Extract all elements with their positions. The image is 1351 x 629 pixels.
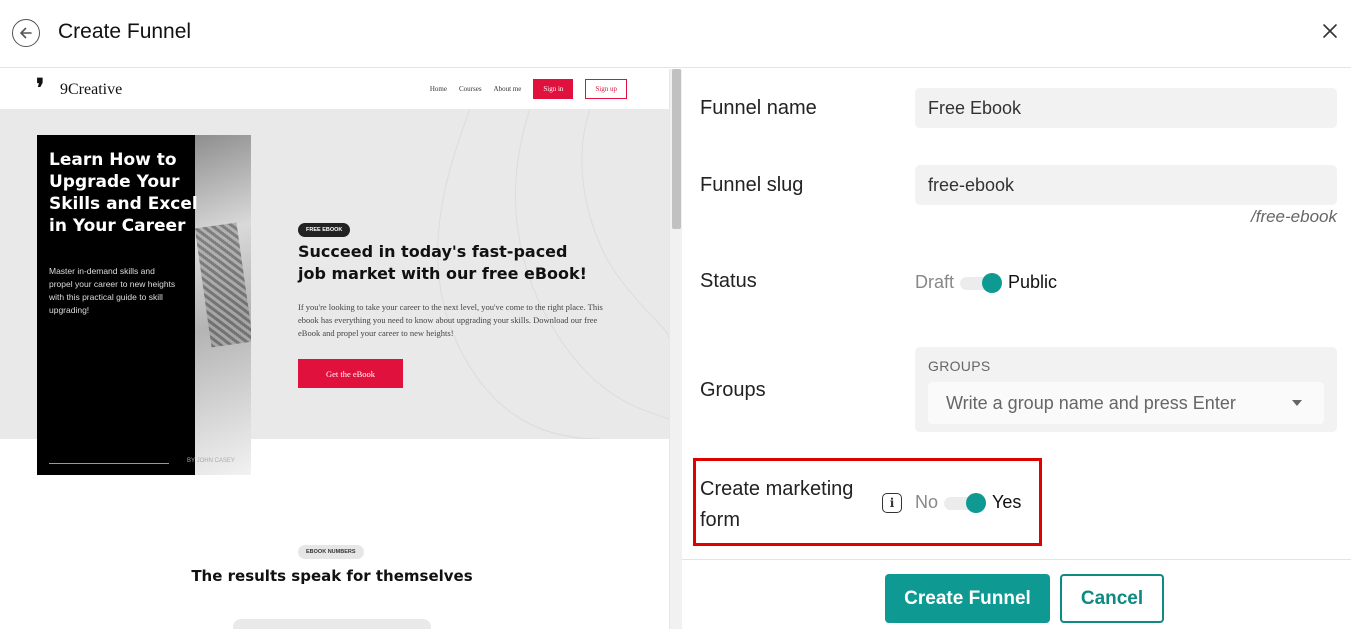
- preview-sign-in-button: Sign in: [533, 79, 574, 99]
- preview-heading: Succeed in today's fast-paced job market…: [298, 242, 587, 283]
- funnel-slug-label: Funnel slug: [700, 174, 804, 196]
- chevron-down-icon[interactable]: [1292, 400, 1302, 406]
- preview-logo: 9Creative: [60, 81, 123, 98]
- preview-sign-up-button: Sign up: [585, 79, 627, 99]
- preview-nav-home: Home: [429, 85, 447, 93]
- funnel-name-label: Funnel name: [700, 97, 817, 119]
- preview-ebook-cover: Learn How to Upgrade Your Skills and Exc…: [37, 135, 251, 475]
- back-button[interactable]: [12, 19, 40, 47]
- preview-stat-card: [233, 619, 431, 629]
- preview-scrollbar-thumb[interactable]: [672, 69, 681, 229]
- status-toggle[interactable]: [960, 272, 1003, 293]
- close-icon: [1323, 24, 1337, 38]
- ebook-cover-subtitle: Master in-demand skills and propel your …: [49, 266, 176, 315]
- preview-badge: FREE EBOOK: [298, 223, 351, 237]
- preview-navbar: ❜ 9Creative Home Courses About me Sign i…: [0, 69, 669, 109]
- cancel-button[interactable]: Cancel: [1060, 574, 1164, 623]
- status-public-label: Public: [1008, 272, 1058, 292]
- create-funnel-button[interactable]: Create Funnel: [885, 574, 1050, 623]
- preview-cta-button: Get the eBook: [298, 359, 403, 388]
- ebook-cover-title: Learn How to Upgrade Your Skills and Exc…: [49, 150, 198, 236]
- funnel-slug-hint: /free-ebook: [1251, 207, 1337, 226]
- preview-results-heading: The results speak for themselves: [191, 567, 473, 585]
- groups-field: GROUPS Write a group name and press Ente…: [915, 347, 1337, 432]
- groups-select-input[interactable]: Write a group name and press Enter: [928, 382, 1324, 424]
- status-draft-label: Draft: [915, 272, 955, 292]
- dialog-footer: Create Funnel Cancel: [682, 559, 1351, 629]
- preview-logo-icon: ❜: [36, 74, 45, 103]
- preview-nav-about: About me: [493, 85, 522, 93]
- preview-scrollbar[interactable]: [669, 69, 682, 629]
- status-label: Status: [700, 270, 757, 292]
- arrow-left-circle-icon: [20, 27, 32, 39]
- funnel-slug-input[interactable]: free-ebook: [915, 165, 1337, 205]
- preview-badge-numbers: EBOOK NUMBERS: [298, 545, 364, 559]
- funnel-name-input[interactable]: Free Ebook: [915, 88, 1337, 128]
- groups-placeholder: Write a group name and press Enter: [946, 392, 1236, 413]
- status-toggle-row: Draft Public: [915, 272, 1057, 293]
- dialog-title: Create Funnel: [58, 20, 192, 43]
- preview-nav-links: Home Courses About me Sign in Sign up: [430, 79, 627, 99]
- preview-description: If you're looking to take your career to…: [298, 302, 603, 338]
- ebook-cover-author: BY JOHN CASEY: [187, 458, 235, 464]
- marketing-toggle-row: No Yes: [915, 492, 1021, 513]
- ebook-cover-divider: [49, 463, 169, 464]
- preview-nav-courses: Courses: [458, 85, 482, 93]
- marketing-form-label: Create marketing form: [700, 478, 854, 531]
- groups-caption: GROUPS: [928, 358, 991, 374]
- status-toggle-knob: [982, 272, 1003, 293]
- marketing-yes-label: Yes: [992, 492, 1022, 512]
- marketing-toggle-knob: [966, 492, 987, 513]
- funnel-preview: ❜ 9Creative Home Courses About me Sign i…: [0, 69, 669, 629]
- funnel-form: Funnel name Free Ebook Funnel slug free-…: [682, 69, 1351, 559]
- dialog-header: Create Funnel: [0, 0, 1351, 68]
- info-icon[interactable]: i: [882, 493, 902, 513]
- close-button[interactable]: [1319, 17, 1341, 45]
- groups-label: Groups: [700, 379, 766, 401]
- marketing-no-label: No: [915, 492, 939, 512]
- marketing-form-toggle[interactable]: [944, 492, 987, 513]
